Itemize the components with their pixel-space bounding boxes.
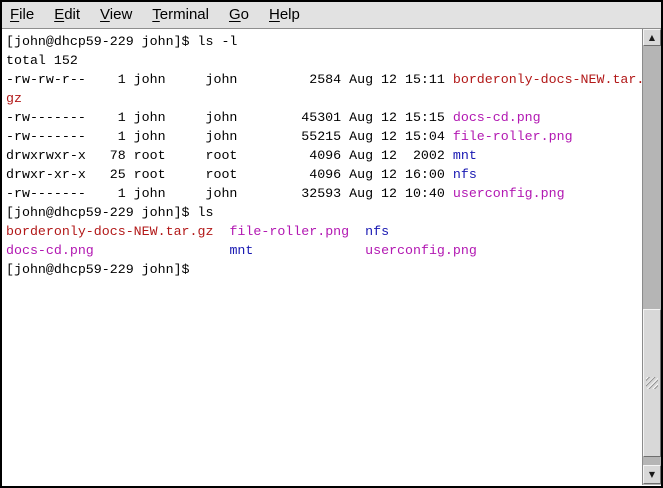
arrow-down-icon: ▼: [649, 471, 655, 479]
scrollbar-thumb[interactable]: [643, 309, 661, 457]
menu-go-label: G: [229, 6, 241, 23]
menu-go[interactable]: Go: [219, 4, 259, 26]
menu-edit[interactable]: Edit: [44, 4, 90, 26]
terminal-line: docs-cd.png mnt userconfig.png: [6, 241, 642, 260]
menu-view-label: V: [100, 6, 110, 23]
terminal-output[interactable]: [john@dhcp59-229 john]$ ls -ltotal 152-r…: [2, 29, 642, 485]
scrollbar[interactable]: ▲ ▼: [642, 29, 661, 485]
menu-help[interactable]: Help: [259, 4, 310, 26]
terminal-line: -rw------- 1 john john 45301 Aug 12 15:1…: [6, 108, 642, 127]
menu-terminal-label: T: [152, 6, 160, 23]
terminal-line: [john@dhcp59-229 john]$ ls: [6, 203, 642, 222]
menu-bar: File Edit View Terminal Go Help: [2, 2, 661, 29]
terminal-line: gz: [6, 89, 642, 108]
terminal-line: drwxr-xr-x 25 root root 4096 Aug 12 16:0…: [6, 165, 642, 184]
terminal-window: File Edit View Terminal Go Help [john@dh…: [0, 0, 663, 488]
scrollbar-down-button[interactable]: ▼: [643, 465, 661, 484]
menu-file-label: F: [10, 6, 19, 23]
menu-file[interactable]: File: [0, 4, 44, 26]
scrollbar-grip-icon: [646, 377, 658, 389]
terminal-line: total 152: [6, 51, 642, 70]
menu-help-label: H: [269, 6, 280, 23]
terminal-line: borderonly-docs-NEW.tar.gz file-roller.p…: [6, 222, 642, 241]
terminal-line: -rw------- 1 john john 32593 Aug 12 10:4…: [6, 184, 642, 203]
terminal-line: [john@dhcp59-229 john]$: [6, 260, 642, 279]
menu-view[interactable]: View: [90, 4, 142, 26]
menu-edit-label: E: [54, 6, 64, 23]
terminal-line: drwxrwxr-x 78 root root 4096 Aug 12 2002…: [6, 146, 642, 165]
scrollbar-up-button[interactable]: ▲: [643, 29, 661, 46]
terminal-line: -rw------- 1 john john 55215 Aug 12 15:0…: [6, 127, 642, 146]
menu-terminal[interactable]: Terminal: [142, 4, 219, 26]
terminal-area: [john@dhcp59-229 john]$ ls -ltotal 152-r…: [2, 29, 661, 485]
arrow-up-icon: ▲: [649, 34, 655, 42]
terminal-line: [john@dhcp59-229 john]$ ls -l: [6, 32, 642, 51]
terminal-line: -rw-rw-r-- 1 john john 2584 Aug 12 15:11…: [6, 70, 642, 89]
